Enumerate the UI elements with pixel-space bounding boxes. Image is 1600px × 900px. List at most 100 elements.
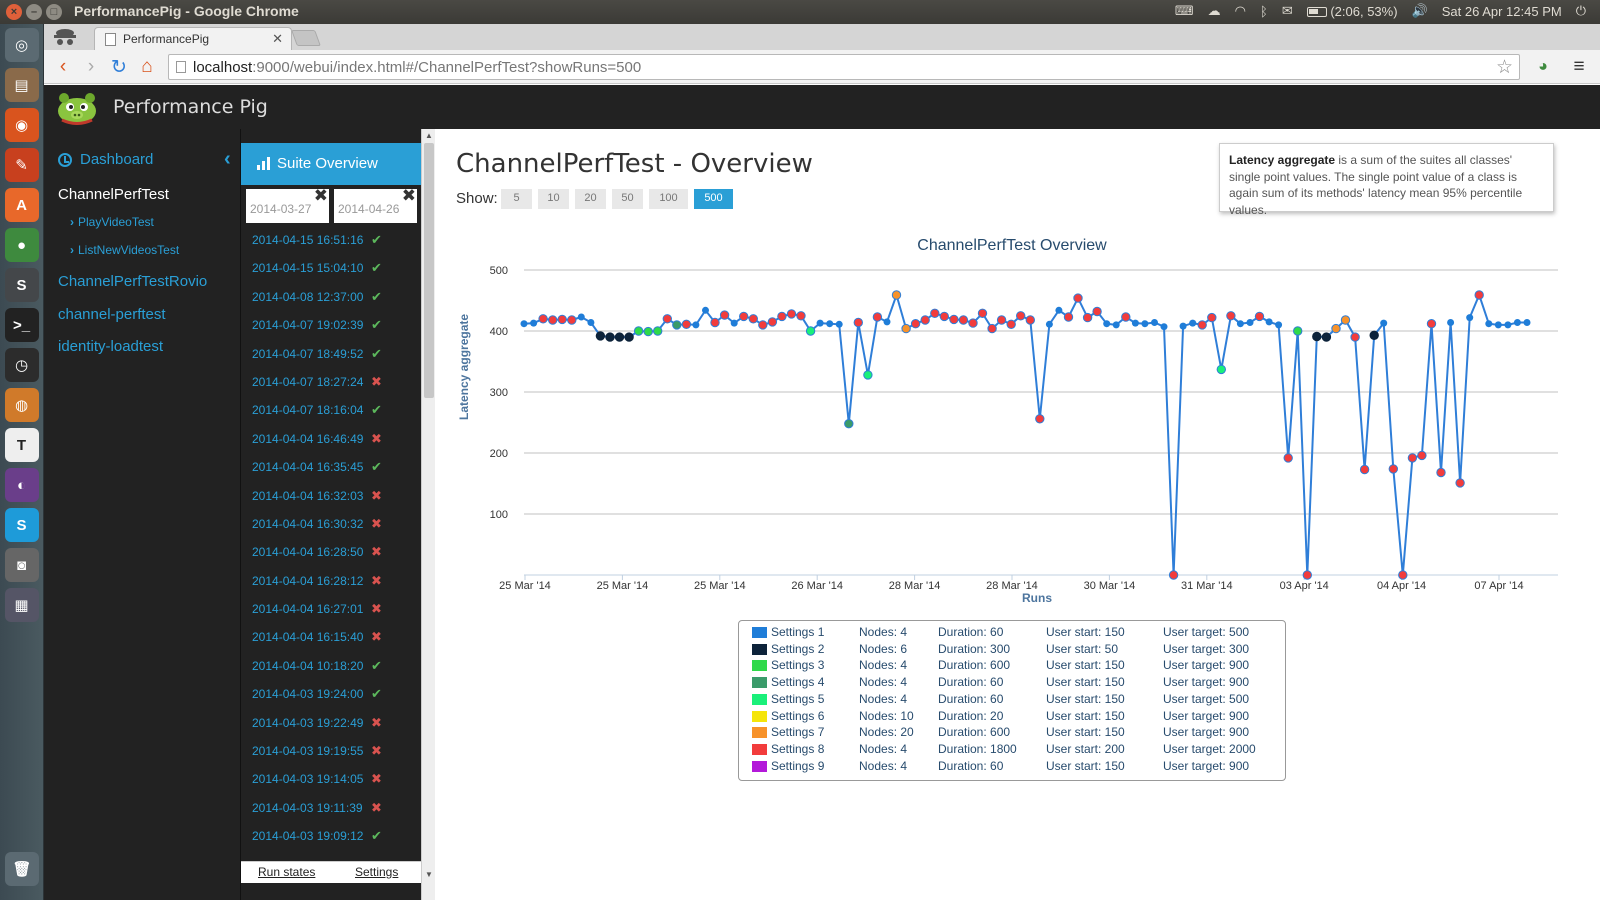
run-list-item[interactable]: 2014-04-03 19:22:49 ✖ xyxy=(241,710,422,738)
legend-duration: Duration: 60 xyxy=(938,675,1004,690)
run-list-item[interactable]: 2014-04-03 19:14:05 ✖ xyxy=(241,766,422,794)
sublime-icon[interactable]: S xyxy=(4,268,39,302)
back-icon[interactable]: ‹ xyxy=(52,56,74,78)
sidebar-subitem-playvideotest[interactable]: › PlayVideoTest xyxy=(70,215,154,229)
run-list-item[interactable]: 2014-04-04 16:30:32 ✖ xyxy=(241,511,422,539)
software-center-icon[interactable]: A xyxy=(4,188,39,222)
cloud-icon[interactable]: ☁ xyxy=(1208,3,1221,19)
run-list-item[interactable]: 2014-04-03 19:11:39 ✖ xyxy=(241,795,422,823)
run-list-item[interactable]: 2014-04-04 16:32:03 ✖ xyxy=(241,483,422,511)
data-point xyxy=(1216,364,1226,375)
mail-icon[interactable]: ✉ xyxy=(1282,3,1293,19)
tex-icon[interactable]: T xyxy=(4,428,39,462)
window-maximize-button[interactable]: □ xyxy=(46,4,62,20)
show-500-button[interactable]: 500 xyxy=(694,189,733,209)
terminal-icon[interactable]: >_ xyxy=(4,308,39,342)
legend-row[interactable]: Settings 8 Nodes: 4 Duration: 1800 User sta… xyxy=(739,742,1287,759)
show-10-button[interactable]: 10 xyxy=(538,189,569,209)
reload-icon[interactable]: ↻ xyxy=(108,56,130,78)
show-5-button[interactable]: 5 xyxy=(501,189,532,209)
run-list-item[interactable]: 2014-04-04 16:27:01 ✖ xyxy=(241,596,422,624)
suite-overview-button[interactable]: Suite Overview xyxy=(241,143,422,185)
scroll-up-icon[interactable]: ▲ xyxy=(425,131,433,140)
legend-row[interactable]: Settings 4 Nodes: 4 Duration: 60 User start… xyxy=(739,675,1287,692)
sidebar-item-dashboard[interactable]: Dashboard xyxy=(58,151,153,168)
legend-row[interactable]: Settings 5 Nodes: 4 Duration: 60 User start… xyxy=(739,692,1287,709)
show-50-button[interactable]: 50 xyxy=(612,189,643,209)
run-list-item[interactable]: 2014-04-08 12:37:00 ✔ xyxy=(241,284,422,312)
blender-icon[interactable]: ◍ xyxy=(4,388,39,422)
sidebar-project-channelperftestrovio[interactable]: ChannelPerfTestRovio xyxy=(58,273,207,290)
show-100-button[interactable]: 100 xyxy=(649,189,688,209)
dash-home-icon[interactable]: ◎ xyxy=(4,28,39,62)
run-list-item[interactable]: 2014-04-07 18:49:52 ✔ xyxy=(241,341,422,369)
run-list-item[interactable]: 2014-04-07 19:02:39 ✔ xyxy=(241,312,422,340)
window-close-button[interactable]: × xyxy=(6,4,22,20)
keyboard-icon[interactable]: ⌨ xyxy=(1175,3,1194,19)
firefox-icon[interactable]: ◉ xyxy=(4,108,39,142)
new-tab-button[interactable] xyxy=(291,30,321,46)
clear-date-to-icon[interactable]: ✖ xyxy=(402,186,416,206)
date-to-input[interactable]: 2014-04-26 ✖ xyxy=(334,186,417,223)
scroll-down-icon[interactable]: ▼ xyxy=(425,870,433,879)
forward-icon[interactable]: › xyxy=(80,56,102,78)
volume-icon[interactable]: 🔊 xyxy=(1412,3,1428,19)
files-icon[interactable]: ▤ xyxy=(4,68,39,102)
run-list-item[interactable]: 2014-04-04 16:15:40 ✖ xyxy=(241,624,422,652)
run-list-item[interactable]: 2014-04-04 16:28:50 ✖ xyxy=(241,539,422,567)
run-list-item[interactable]: 2014-04-07 18:16:04 ✔ xyxy=(241,397,422,425)
run-states-link[interactable]: Run states xyxy=(258,865,315,879)
legend-row[interactable]: Settings 6 Nodes: 10 Duration: 20 User star… xyxy=(739,709,1287,726)
run-list-item[interactable]: 2014-04-04 16:46:49 ✖ xyxy=(241,426,422,454)
app-brand[interactable]: Performance Pig xyxy=(113,96,268,118)
window-minimize-button[interactable]: – xyxy=(26,4,42,20)
legend-row[interactable]: Settings 9 Nodes: 4 Duration: 60 User start… xyxy=(739,759,1287,776)
trash-icon[interactable]: 🗑 xyxy=(5,852,39,886)
clock-app-icon[interactable]: ◷ xyxy=(4,348,39,382)
battery-indicator[interactable]: (2:06, 53%) xyxy=(1306,4,1398,19)
eclipse-icon[interactable]: ◐ xyxy=(4,468,39,502)
power-icon[interactable]: ⏻ xyxy=(1576,3,1586,19)
skype-icon[interactable]: S xyxy=(4,508,39,542)
clock[interactable]: Sat 26 Apr 12:45 PM xyxy=(1442,4,1562,19)
workspaces-icon[interactable]: ▦ xyxy=(4,588,39,622)
data-point xyxy=(777,311,787,322)
clear-date-from-icon[interactable]: ✖ xyxy=(314,186,328,206)
run-list-item[interactable]: 2014-04-03 19:24:00 ✔ xyxy=(241,681,422,709)
run-list-item[interactable]: 2014-04-04 16:28:12 ✖ xyxy=(241,568,422,596)
run-list-item[interactable]: 2014-04-15 15:04:10 ✔ xyxy=(241,255,422,283)
legend-name: Settings 2 xyxy=(771,641,825,656)
wifi-icon[interactable]: ◠ xyxy=(1235,3,1246,19)
tab-close-icon[interactable]: ✕ xyxy=(272,31,283,47)
run-list-item[interactable]: 2014-04-03 19:19:55 ✖ xyxy=(241,738,422,766)
run-list-item[interactable]: 2014-04-04 10:18:20 ✔ xyxy=(241,653,422,681)
scroll-thumb[interactable] xyxy=(424,143,434,398)
data-point xyxy=(1447,319,1455,326)
sidebar-project-identity-loadtest[interactable]: identity-loadtest xyxy=(58,338,163,355)
run-list-item[interactable]: 2014-04-04 16:35:45 ✔ xyxy=(241,454,422,482)
show-20-button[interactable]: 20 xyxy=(575,189,606,209)
settings-link[interactable]: Settings xyxy=(355,865,398,879)
legend-row[interactable]: Settings 1 Nodes: 4 Duration: 60 User start… xyxy=(739,625,1287,642)
bookmark-star-icon[interactable]: ☆ xyxy=(1496,56,1513,79)
home-icon[interactable]: ⌂ xyxy=(136,56,158,78)
browser-tab[interactable]: PerformancePig ✕ xyxy=(94,27,292,50)
tools-icon[interactable]: ✎ xyxy=(4,148,39,182)
extension-icon[interactable]: ◕ xyxy=(1532,56,1554,78)
date-from-input[interactable]: 2014-03-27 ✖ xyxy=(246,186,329,223)
legend-row[interactable]: Settings 2 Nodes: 6 Duration: 300 User star… xyxy=(739,642,1287,659)
sidebar-project-channel-perftest[interactable]: channel-perftest xyxy=(58,306,166,323)
run-list-item[interactable]: 2014-04-07 18:27:24 ✖ xyxy=(241,369,422,397)
data-point xyxy=(1485,320,1493,328)
legend-row[interactable]: Settings 7 Nodes: 20 Duration: 600 User sta… xyxy=(739,725,1287,742)
bluetooth-icon[interactable]: ᛒ xyxy=(1260,4,1268,19)
run-list-item[interactable]: 2014-04-03 19:09:12 ✔ xyxy=(241,823,422,851)
profile-icon[interactable] xyxy=(50,26,80,48)
sidebar-project-channelperftest[interactable]: ChannelPerfTest xyxy=(58,186,169,203)
address-bar[interactable]: localhost:9000/webui/index.html#/Channel… xyxy=(168,54,1520,80)
menu-icon[interactable]: ≡ xyxy=(1568,56,1590,78)
legend-row[interactable]: Settings 3 Nodes: 4 Duration: 600 User star… xyxy=(739,658,1287,675)
camera-icon[interactable]: ◙ xyxy=(4,548,39,582)
pig-logo-icon[interactable] xyxy=(54,89,100,125)
collapse-sidebar-icon[interactable]: ‹ xyxy=(224,148,231,171)
